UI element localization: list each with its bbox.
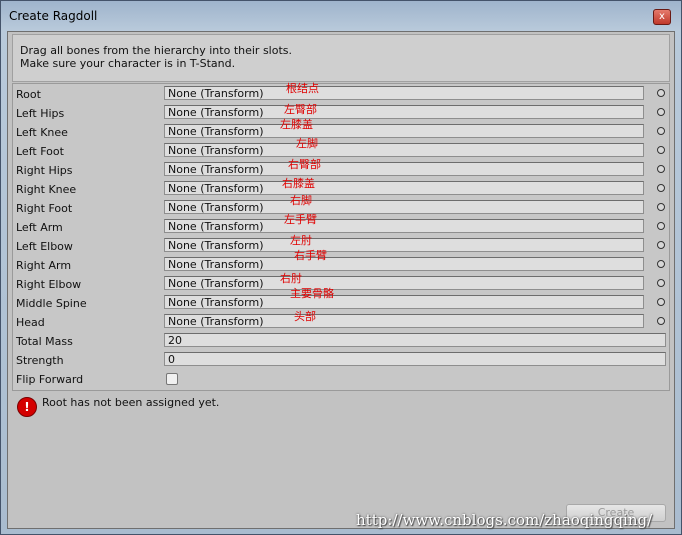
- bone-slot-label: Head: [16, 316, 45, 329]
- bone-slot-row: Left Hips None (Transform) 左臀部: [13, 103, 669, 122]
- bone-slot-row: Right Foot None (Transform) 右脚: [13, 194, 669, 217]
- bone-slot-label: Root: [16, 88, 41, 101]
- object-picker-icon[interactable]: [657, 279, 665, 287]
- annotation-note: 头部: [294, 310, 316, 323]
- bone-slot-row: Middle Spine None (Transform) 主要骨骼: [13, 287, 669, 312]
- bone-object-field[interactable]: None (Transform): [164, 124, 644, 138]
- create-ragdoll-window: Create Ragdoll x Drag all bones from the…: [0, 0, 682, 535]
- object-picker-icon[interactable]: [657, 203, 665, 211]
- bone-slot-label: Left Knee: [16, 126, 68, 139]
- object-picker-icon[interactable]: [657, 89, 665, 97]
- bone-slot-label: Middle Spine: [16, 297, 87, 310]
- bone-slot-row: Root None (Transform) 根结点: [13, 82, 669, 103]
- flip-forward-row: Flip Forward: [13, 369, 669, 388]
- strength-label: Strength: [16, 354, 64, 367]
- flip-forward-label: Flip Forward: [16, 373, 84, 386]
- annotation-note: 左膝盖: [280, 118, 313, 131]
- window-title: Create Ragdoll: [9, 9, 98, 23]
- help-line-2: Make sure your character is in T-Stand.: [20, 57, 236, 70]
- bone-object-field[interactable]: None (Transform): [164, 162, 644, 176]
- object-picker-icon[interactable]: [657, 127, 665, 135]
- total-mass-row: Total Mass 20: [13, 331, 669, 350]
- bone-slot-row: Right Elbow None (Transform) 右肘: [13, 272, 669, 293]
- bone-slot-label: Left Foot: [16, 145, 64, 158]
- object-picker-icon[interactable]: [657, 317, 665, 325]
- help-line-1: Drag all bones from the hierarchy into t…: [20, 44, 293, 57]
- bone-form: Root None (Transform) 根结点 Left Hips None (Tr…: [12, 82, 670, 391]
- bone-object-field[interactable]: None (Transform): [164, 238, 644, 252]
- annotation-note: 右肘: [280, 272, 302, 285]
- annotation-note: 左手臂: [284, 213, 317, 226]
- annotation-note: 主要骨骼: [290, 287, 334, 300]
- help-box: Drag all bones from the hierarchy into t…: [12, 34, 670, 82]
- bone-object-field[interactable]: None (Transform): [164, 105, 644, 119]
- annotation-note: 右膝盖: [282, 177, 315, 190]
- error-icon: !: [17, 397, 37, 417]
- bone-slot-row: Right Knee None (Transform) 右膝盖: [13, 177, 669, 198]
- object-picker-icon[interactable]: [657, 184, 665, 192]
- bone-slot-row: Left Elbow None (Transform) 左肘: [13, 234, 669, 255]
- bone-slot-row: Left Knee None (Transform) 左膝盖: [13, 118, 669, 141]
- title-bar[interactable]: Create Ragdoll x: [1, 1, 681, 31]
- annotation-note: 左脚: [296, 137, 318, 150]
- bone-object-field[interactable]: None (Transform): [164, 276, 644, 290]
- bone-object-field[interactable]: None (Transform): [164, 314, 644, 328]
- annotation-note: 右手臂: [294, 249, 327, 262]
- bone-slot-label: Right Hips: [16, 164, 73, 177]
- object-picker-icon[interactable]: [657, 146, 665, 154]
- bone-slot-row: Left Foot None (Transform) 左脚: [13, 137, 669, 160]
- bone-slot-label: Left Arm: [16, 221, 63, 234]
- bone-slot-label: Right Foot: [16, 202, 73, 215]
- strength-field[interactable]: 0: [164, 352, 666, 366]
- bone-slot-label: Left Elbow: [16, 240, 73, 253]
- bone-slot-label: Right Arm: [16, 259, 72, 272]
- annotation-note: 右臀部: [288, 158, 321, 171]
- flip-forward-checkbox[interactable]: [166, 373, 178, 385]
- bone-object-field[interactable]: None (Transform): [164, 200, 644, 214]
- object-picker-icon[interactable]: [657, 108, 665, 116]
- bone-slot-row: Left Arm None (Transform) 左手臂: [13, 213, 669, 236]
- total-mass-label: Total Mass: [16, 335, 73, 348]
- error-message: Root has not been assigned yet.: [42, 396, 220, 409]
- bone-object-field[interactable]: None (Transform): [164, 257, 644, 271]
- bone-slot-row: Right Arm None (Transform) 右手臂: [13, 249, 669, 274]
- bone-slot-label: Right Knee: [16, 183, 77, 196]
- bone-object-field[interactable]: None (Transform): [164, 295, 644, 309]
- annotation-note: 左臀部: [284, 103, 317, 116]
- close-button[interactable]: x: [653, 9, 671, 25]
- bone-object-field[interactable]: None (Transform): [164, 219, 644, 233]
- bone-object-field[interactable]: None (Transform): [164, 86, 644, 100]
- bone-slot-label: Right Elbow: [16, 278, 82, 291]
- annotation-note: 右脚: [290, 194, 312, 207]
- bone-object-field[interactable]: None (Transform): [164, 143, 644, 157]
- annotation-note: 左肘: [290, 234, 312, 247]
- bone-slot-row: Right Hips None (Transform) 右臀部: [13, 158, 669, 179]
- object-picker-icon[interactable]: [657, 241, 665, 249]
- bone-object-field[interactable]: None (Transform): [164, 181, 644, 195]
- total-mass-field[interactable]: 20: [164, 333, 666, 347]
- object-picker-icon[interactable]: [657, 222, 665, 230]
- bone-slot-row: Head None (Transform) 头部: [13, 310, 669, 331]
- object-picker-icon[interactable]: [657, 260, 665, 268]
- wizard-content: Drag all bones from the hierarchy into t…: [7, 31, 675, 529]
- strength-row: Strength 0: [13, 350, 669, 369]
- object-picker-icon[interactable]: [657, 165, 665, 173]
- object-picker-icon[interactable]: [657, 298, 665, 306]
- bone-slot-label: Left Hips: [16, 107, 65, 120]
- watermark-text: http://www.cnblogs.com/zhaoqingqing/: [356, 511, 653, 529]
- annotation-note: 根结点: [286, 82, 319, 95]
